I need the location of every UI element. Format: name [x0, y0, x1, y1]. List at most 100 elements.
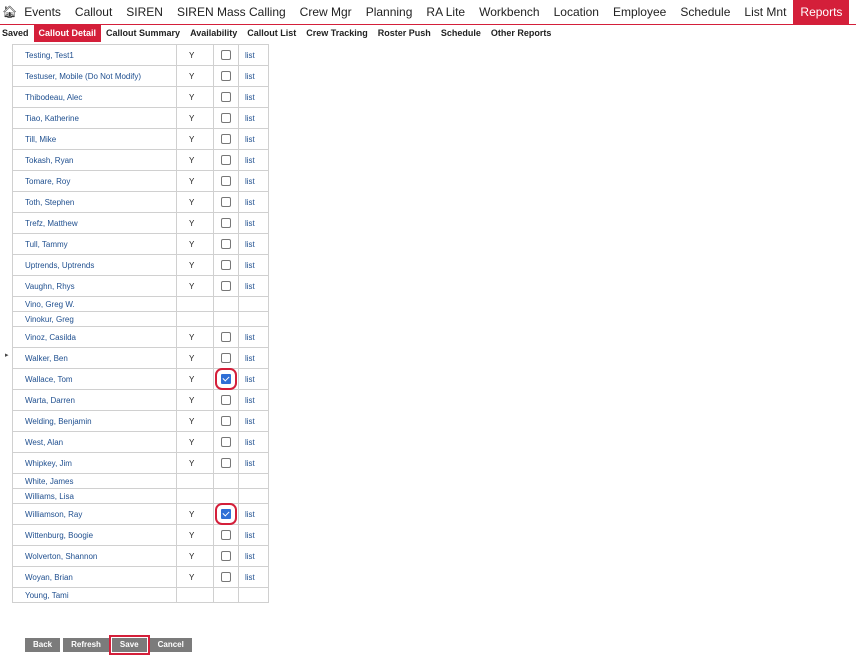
list-link[interactable]: list: [238, 431, 269, 453]
employee-name-link[interactable]: Toth, Stephen: [12, 191, 177, 213]
subnav-tab-callout-summary[interactable]: Callout Summary: [101, 25, 185, 42]
select-checkbox[interactable]: [221, 50, 231, 60]
nav-item-schedule[interactable]: Schedule: [673, 0, 737, 24]
list-link[interactable]: list: [238, 410, 269, 432]
select-checkbox[interactable]: [215, 368, 237, 390]
employee-name-link[interactable]: Walker, Ben: [12, 347, 177, 369]
subnav-tab-crew-tracking[interactable]: Crew Tracking: [301, 25, 373, 42]
list-link[interactable]: list: [238, 233, 269, 255]
home-icon[interactable]: 🏠︎: [2, 5, 17, 19]
list-link[interactable]: list: [238, 254, 269, 276]
nav-item-siren[interactable]: SIREN: [119, 0, 170, 24]
list-link[interactable]: list: [238, 191, 269, 213]
select-checkbox[interactable]: [221, 92, 231, 102]
subnav-tab-roster-push[interactable]: Roster Push: [373, 25, 436, 42]
employee-name-link[interactable]: Welding, Benjamin: [12, 410, 177, 432]
list-link[interactable]: list: [238, 149, 269, 171]
select-checkbox[interactable]: [221, 572, 231, 582]
nav-item-planning[interactable]: Planning: [359, 0, 420, 24]
select-checkbox[interactable]: [221, 281, 231, 291]
nav-item-siren-mass-calling[interactable]: SIREN Mass Calling: [170, 0, 293, 24]
select-checkbox[interactable]: [221, 332, 231, 342]
employee-name-link[interactable]: Wallace, Tom: [12, 368, 177, 390]
list-link[interactable]: list: [238, 368, 269, 390]
save-button[interactable]: Save: [108, 635, 150, 655]
list-link[interactable]: list: [238, 503, 269, 525]
employee-name-link[interactable]: Wolverton, Shannon: [12, 545, 177, 567]
list-link[interactable]: list: [238, 107, 269, 129]
select-checkbox[interactable]: [221, 113, 231, 123]
employee-name-link[interactable]: Williams, Lisa: [12, 488, 177, 504]
employee-name-link[interactable]: West, Alan: [12, 431, 177, 453]
nav-item-advanced-reports[interactable]: Advanced Reports: [849, 0, 856, 24]
select-checkbox[interactable]: [221, 395, 231, 405]
subnav-tab-callout-detail[interactable]: Callout Detail: [33, 25, 102, 42]
nav-item-reports[interactable]: Reports: [793, 0, 850, 24]
employee-name-link[interactable]: Thibodeau, Alec: [12, 86, 177, 108]
list-link[interactable]: list: [238, 44, 269, 66]
employee-name-link[interactable]: Wittenburg, Boogie: [12, 524, 177, 546]
list-link[interactable]: list: [238, 212, 269, 234]
employee-name-link[interactable]: White, James: [12, 473, 177, 489]
list-link[interactable]: list: [238, 65, 269, 87]
refresh-button[interactable]: Refresh: [63, 638, 109, 652]
select-checkbox[interactable]: [221, 218, 231, 228]
select-checkbox[interactable]: [221, 416, 231, 426]
employee-name-link[interactable]: Warta, Darren: [12, 389, 177, 411]
list-link[interactable]: list: [238, 347, 269, 369]
subnav-tab-other-reports[interactable]: Other Reports: [486, 25, 557, 42]
select-checkbox[interactable]: [221, 530, 231, 540]
select-checkbox[interactable]: [221, 353, 231, 363]
employee-name-link[interactable]: Trefz, Matthew: [12, 212, 177, 234]
nav-item-crew-mgr[interactable]: Crew Mgr: [293, 0, 359, 24]
subnav-tab-callout-list[interactable]: Callout List: [242, 25, 301, 42]
employee-name-link[interactable]: Uptrends, Uptrends: [12, 254, 177, 276]
subnav-tab-schedule[interactable]: Schedule: [436, 25, 486, 42]
employee-name-link[interactable]: Williamson, Ray: [12, 503, 177, 525]
employee-name-link[interactable]: Vaughn, Rhys: [12, 275, 177, 297]
cancel-button[interactable]: Cancel: [149, 638, 192, 652]
employee-name-link[interactable]: Vinokur, Greg: [12, 311, 177, 327]
employee-name-link[interactable]: Vinoz, Casilda: [12, 326, 177, 348]
select-checkbox[interactable]: [221, 260, 231, 270]
subnav-tab-availability[interactable]: Availability: [185, 25, 242, 42]
employee-name-link[interactable]: Whipkey, Jim: [12, 452, 177, 474]
select-checkbox[interactable]: [215, 503, 237, 525]
select-checkbox[interactable]: [221, 134, 231, 144]
select-checkbox[interactable]: [221, 239, 231, 249]
employee-name-link[interactable]: Young, Tami: [12, 587, 177, 603]
nav-item-employee[interactable]: Employee: [606, 0, 673, 24]
nav-item-workbench[interactable]: Workbench: [472, 0, 546, 24]
employee-name-link[interactable]: Tull, Tammy: [12, 233, 177, 255]
select-checkbox[interactable]: [221, 155, 231, 165]
list-link[interactable]: list: [238, 545, 269, 567]
collapse-handle-icon[interactable]: ▸: [5, 351, 9, 359]
list-link[interactable]: list: [238, 524, 269, 546]
back-button[interactable]: Back: [25, 638, 61, 652]
list-link[interactable]: list: [238, 389, 269, 411]
employee-name-link[interactable]: Testuser, Mobile (Do Not Modify): [12, 65, 177, 87]
list-link[interactable]: list: [238, 86, 269, 108]
employee-name-link[interactable]: Woyan, Brian: [12, 566, 177, 588]
nav-item-callout[interactable]: Callout: [68, 0, 119, 24]
select-checkbox[interactable]: [221, 458, 231, 468]
list-link[interactable]: list: [238, 452, 269, 474]
select-checkbox[interactable]: [221, 437, 231, 447]
select-checkbox[interactable]: [221, 71, 231, 81]
select-checkbox[interactable]: [221, 551, 231, 561]
nav-item-events[interactable]: Events: [17, 0, 68, 24]
nav-item-list-mnt[interactable]: List Mnt: [737, 0, 793, 24]
employee-name-link[interactable]: Till, Mike: [12, 128, 177, 150]
list-link[interactable]: list: [238, 275, 269, 297]
list-link[interactable]: list: [238, 128, 269, 150]
nav-item-location[interactable]: Location: [547, 0, 606, 24]
list-link[interactable]: list: [238, 326, 269, 348]
select-checkbox[interactable]: [221, 197, 231, 207]
list-link[interactable]: list: [238, 566, 269, 588]
employee-name-link[interactable]: Vino, Greg W.: [12, 296, 177, 312]
employee-name-link[interactable]: Tokash, Ryan: [12, 149, 177, 171]
nav-item-ra-lite[interactable]: RA Lite: [419, 0, 472, 24]
list-link[interactable]: list: [238, 170, 269, 192]
employee-name-link[interactable]: Testing, Test1: [12, 44, 177, 66]
subnav-tab-saved[interactable]: Saved: [0, 25, 34, 42]
